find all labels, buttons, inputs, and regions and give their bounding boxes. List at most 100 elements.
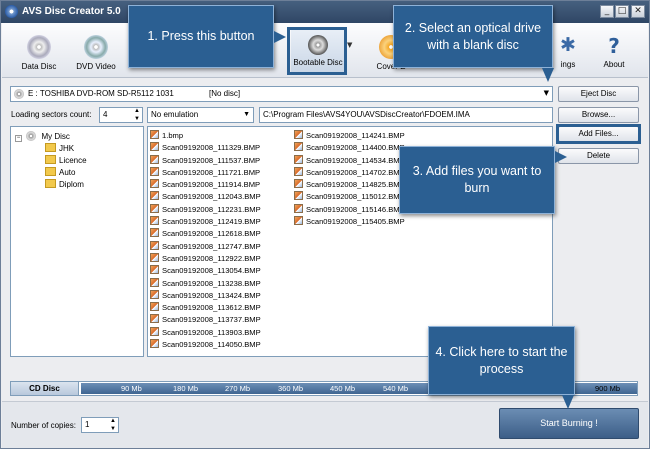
capacity-tick: 270 Mb [225,384,251,393]
file-name: Scan09192008_113903.BMP [162,327,261,337]
callout-arrow [274,31,286,43]
browse-button[interactable]: Browse... [558,107,639,123]
file-item[interactable]: Scan09192008_113054.BMP [150,265,261,277]
file-name: Scan09192008_114400.BMP [306,143,405,153]
file-name: Scan09192008_114702.BMP [306,167,405,177]
file-name: Scan09192008_115146.BMP [306,204,405,214]
image-file-icon [150,289,159,299]
maximize-button[interactable]: □ [615,5,629,18]
window-title: AVS Disc Creator 5.0 [22,6,121,17]
loading-sectors-field[interactable]: 4 ▲ ▼ [99,107,143,123]
image-file-icon [150,265,159,275]
file-item[interactable]: Scan09192008_113424.BMP [150,289,261,302]
image-file-icon [150,277,159,287]
data-disc-button[interactable]: Data Disc [16,35,62,75]
copies-field[interactable]: 1 ▲ ▼ [81,417,119,433]
image-file-icon [150,154,159,164]
tree-folder[interactable]: JHK [45,143,74,153]
image-file-icon [150,228,159,238]
dvd-video-button[interactable]: DVD Video [73,35,119,75]
file-item[interactable]: Scan09192008_112043.BMP [150,191,261,203]
start-burning-button[interactable]: Start Burning ! [499,408,639,439]
tree-folder[interactable]: Auto [45,167,75,177]
folder-icon [45,179,56,188]
image-file-icon [294,203,303,213]
file-name: Scan09192008_114825.BMP [306,180,405,190]
file-item[interactable]: Scan09192008_114534.BMP [294,154,405,167]
app-window: AVS Disc Creator 5.0 _ □ ✕ Data Disc DVD… [0,0,650,449]
file-item[interactable]: Scan09192008_112231.BMP [150,203,261,216]
drive-icon [14,89,24,99]
file-item[interactable]: 1.bmp [150,130,261,142]
spinner-arrows-icon[interactable]: ▲ ▼ [110,418,116,432]
about-label: About [603,60,625,69]
file-item[interactable]: Scan09192008_114702.BMP [294,166,405,179]
chevron-down-icon[interactable]: ▼ [347,41,355,51]
emulation-value: No emulation [151,110,199,119]
file-item[interactable]: Scan09192008_113238.BMP [150,277,261,290]
file-name: Scan09192008_114534.BMP [306,155,405,165]
spinner-arrows-icon[interactable]: ▲ ▼ [134,108,140,122]
tree-root[interactable]: − My Disc [15,131,70,142]
folder-icon [45,143,56,152]
drive-status: [No disc] [209,89,241,98]
file-item[interactable]: Scan09192008_114400.BMP [294,142,405,154]
file-name: Scan09192008_111537.BMP [162,155,261,165]
image-file-icon [150,216,159,226]
file-name: Scan09192008_114050.BMP [162,340,261,350]
disc-tree[interactable]: − My Disc JHK Licence Auto Diplom [10,126,144,357]
file-item[interactable]: Scan09192008_112618.BMP [150,228,261,240]
capacity-tick: 450 Mb [330,384,356,393]
file-name: Scan09192008_111329.BMP [162,143,261,153]
image-file-icon [150,339,159,349]
file-item[interactable]: Scan09192008_115012.BMP [294,191,405,203]
chevron-down-icon[interactable]: ▼ [544,89,549,97]
file-name: Scan09192008_113238.BMP [162,278,261,288]
boot-image-path-field[interactable]: C:\Program Files\AVS4YOU\AVSDiscCreator\… [259,107,553,123]
file-name: Scan09192008_112618.BMP [162,229,261,239]
callout-start-process: 4. Click here to start the process [428,326,575,395]
tree-folder[interactable]: Licence [45,155,87,165]
file-item[interactable]: Scan09192008_113737.BMP [150,314,261,326]
file-item[interactable]: Scan09192008_113903.BMP [150,326,261,339]
file-item[interactable]: Scan09192008_111914.BMP [150,179,261,191]
image-file-icon [294,216,303,226]
image-file-icon [150,166,159,176]
chevron-down-icon[interactable]: ▼ [243,108,250,122]
file-item[interactable]: Scan09192008_114825.BMP [294,179,405,191]
image-file-icon [294,166,303,176]
file-name: Scan09192008_115012.BMP [306,192,405,202]
drive-select[interactable]: E : TOSHIBA DVD-ROM SD-R5112 1031 [No di… [10,86,553,102]
disc-type-select[interactable]: CD Disc [11,382,79,395]
image-file-icon [150,179,159,189]
collapse-icon[interactable]: − [15,135,22,142]
minimize-button[interactable]: _ [600,5,614,18]
file-item[interactable]: Scan09192008_114241.BMP [294,130,405,142]
close-button[interactable]: ✕ [631,5,645,18]
file-item[interactable]: Scan09192008_111537.BMP [150,154,261,167]
file-item[interactable]: Scan09192008_112747.BMP [150,240,261,253]
file-item[interactable]: Scan09192008_111721.BMP [150,166,261,179]
file-item[interactable]: Scan09192008_111329.BMP [150,142,261,154]
dvd-icon [84,35,108,59]
file-name: Scan09192008_115405.BMP [306,217,405,227]
image-file-icon [294,179,303,189]
delete-button[interactable]: Delete [558,148,639,164]
file-item[interactable]: Scan09192008_115405.BMP [294,216,405,228]
eject-disc-button[interactable]: Eject Disc [558,86,639,102]
about-button[interactable]: ? About [591,35,637,75]
tree-root-label: My Disc [41,132,70,141]
file-item[interactable]: Scan09192008_112419.BMP [150,216,261,228]
file-name: Scan09192008_112922.BMP [162,253,261,263]
file-item[interactable]: Scan09192008_112922.BMP [150,252,261,265]
emulation-select[interactable]: No emulation ▼ [147,107,254,123]
tree-folder[interactable]: Diplom [45,179,84,189]
file-name: Scan09192008_111721.BMP [162,167,261,177]
file-item[interactable]: Scan09192008_115146.BMP [294,203,405,216]
tree-folder-label: Diplom [59,180,84,189]
file-item[interactable]: Scan09192008_113612.BMP [150,302,261,314]
callout-arrow [562,395,574,409]
capacity-tick: 180 Mb [173,384,199,393]
folder-icon [45,167,56,176]
file-item[interactable]: Scan09192008_114050.BMP [150,339,261,351]
